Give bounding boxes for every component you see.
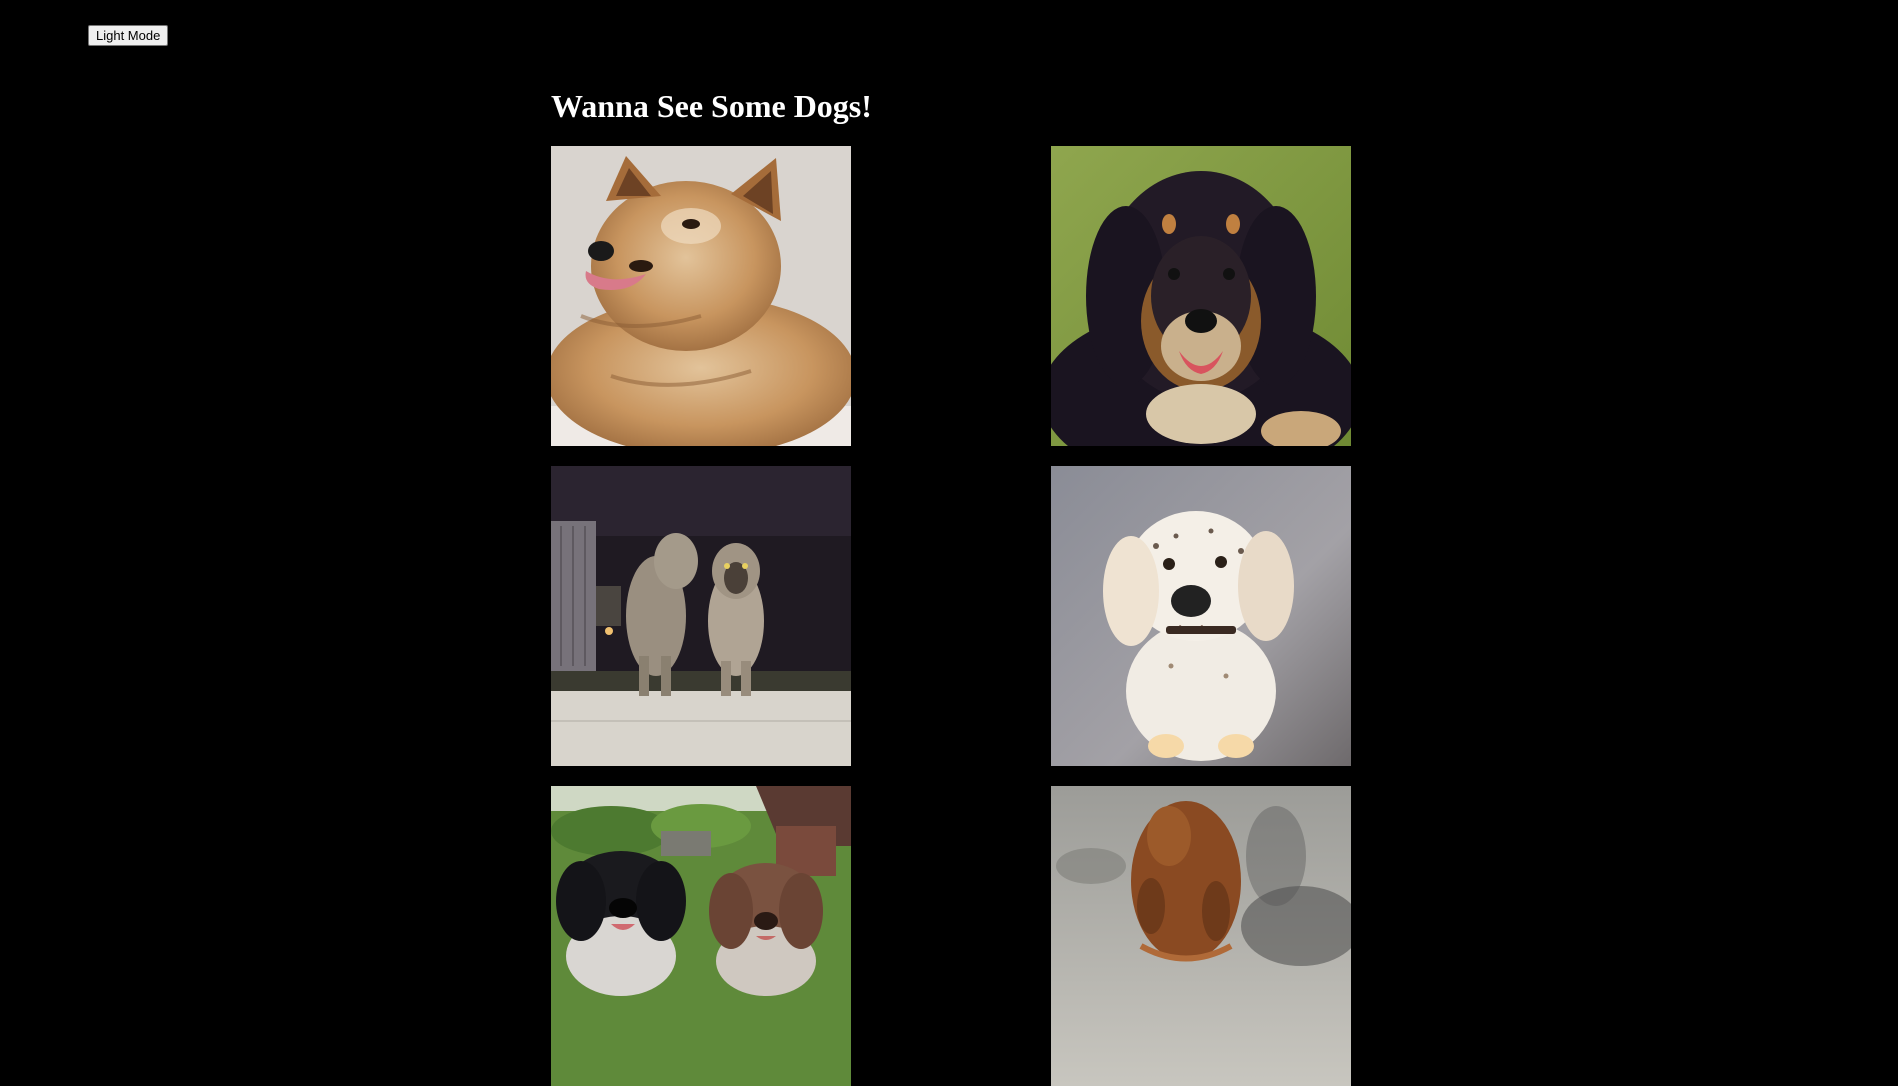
dog-photo-4	[1051, 466, 1351, 766]
dog-photo-2	[1051, 146, 1351, 446]
dog-gallery	[551, 146, 1351, 1086]
dog-photo-5	[551, 786, 851, 1086]
dog-photo-6	[1051, 786, 1351, 1086]
light-mode-button[interactable]: Light Mode	[88, 25, 169, 46]
page-title: Wanna See Some Dogs!	[551, 88, 872, 124]
dog-photo-3	[551, 466, 851, 766]
dog-photo-1	[551, 146, 851, 446]
